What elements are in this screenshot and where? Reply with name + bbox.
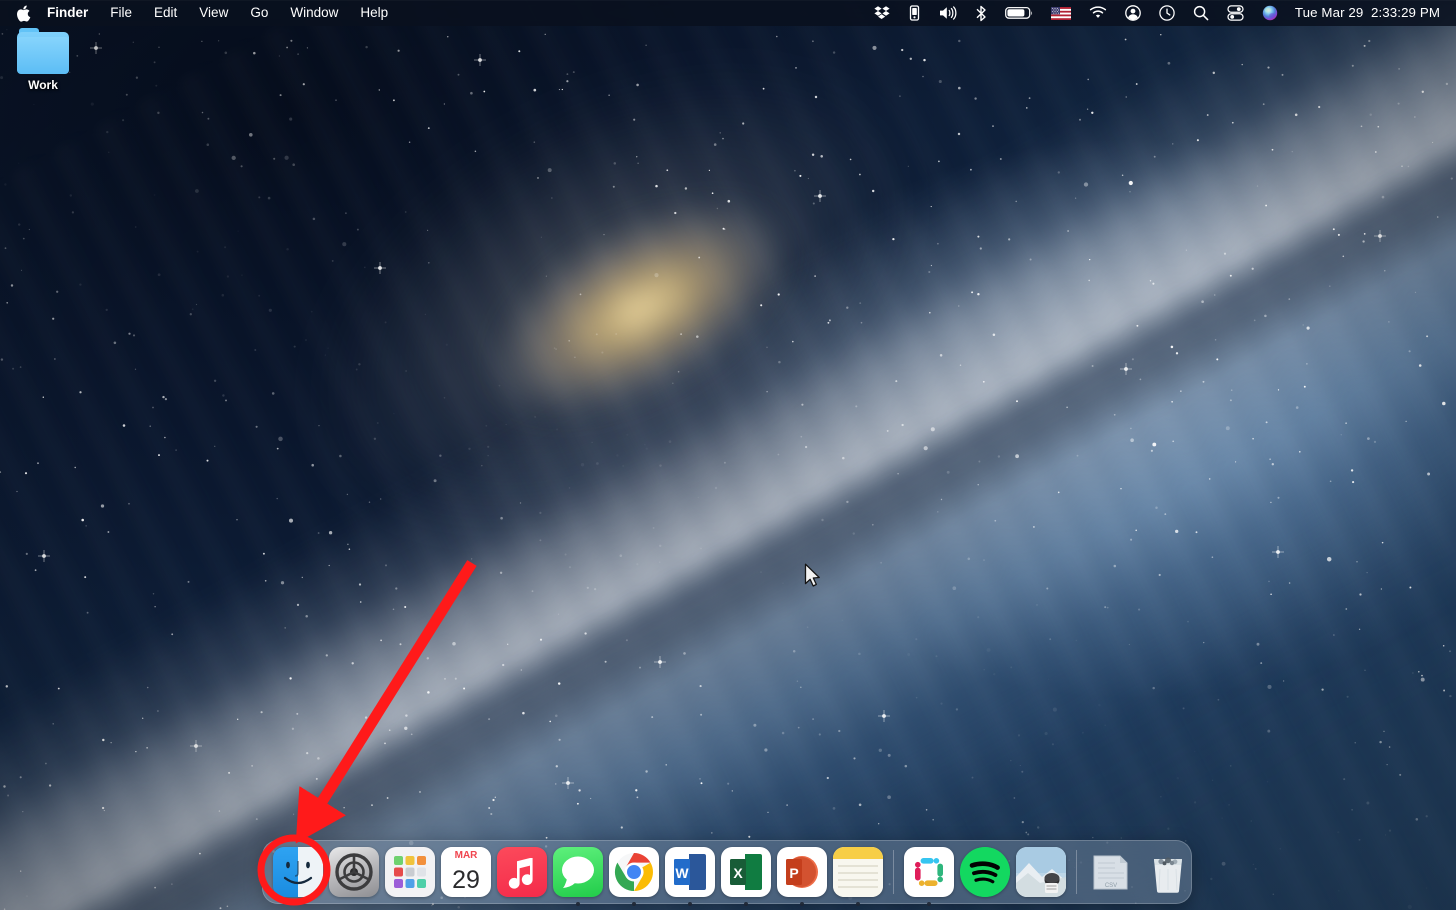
wifi-icon[interactable] xyxy=(1080,0,1116,26)
menu-item-help[interactable]: Help xyxy=(349,0,399,26)
apple-logo-icon[interactable] xyxy=(10,0,36,26)
powerpoint-icon: P xyxy=(777,847,827,897)
stack-file-label: CSV xyxy=(1105,883,1117,889)
notes-icon xyxy=(833,847,883,897)
dock-item-trash[interactable] xyxy=(1142,846,1194,898)
excel-icon: X xyxy=(721,847,771,897)
excel-letter-label: X xyxy=(733,865,743,881)
running-indicator xyxy=(800,902,804,906)
folder-icon xyxy=(17,32,69,74)
control-center-icon[interactable] xyxy=(1218,0,1253,26)
running-indicator xyxy=(744,902,748,906)
menu-item-go[interactable]: Go xyxy=(239,0,279,26)
dock-item-system-preferences[interactable] xyxy=(328,846,380,898)
desktop[interactable]: Finder File Edit View Go Window Help xyxy=(0,0,1456,910)
spotlight-search-icon[interactable] xyxy=(1184,0,1218,26)
music-icon xyxy=(497,847,547,897)
dock-item-excel[interactable]: X xyxy=(720,846,772,898)
user-account-icon[interactable] xyxy=(1116,0,1150,26)
menu-bar-clock[interactable]: Tue Mar 29 2:33:29 PM xyxy=(1287,0,1446,26)
dock-separator-1 xyxy=(893,850,894,894)
preview-icon xyxy=(1016,847,1066,897)
time-machine-icon[interactable] xyxy=(1150,0,1184,26)
calendar-month-label: MAR xyxy=(455,850,479,861)
finder-icon xyxy=(273,847,323,897)
trash-icon xyxy=(1143,847,1193,897)
dock-item-launchpad[interactable] xyxy=(384,846,436,898)
powerpoint-letter-label: P xyxy=(789,865,798,881)
dock-item-spotify[interactable] xyxy=(959,846,1011,898)
running-indicator xyxy=(856,902,860,906)
bluetooth-icon[interactable] xyxy=(966,0,996,26)
dropbox-icon[interactable] xyxy=(865,0,899,26)
spotify-icon xyxy=(960,847,1010,897)
word-icon: W xyxy=(665,847,715,897)
dock-item-calendar[interactable]: MAR 29 xyxy=(440,846,492,898)
documents-stack-icon: CSV xyxy=(1087,847,1137,897)
dock-item-messages[interactable] xyxy=(552,846,604,898)
running-indicator xyxy=(927,902,931,906)
desktop-icon-label: Work xyxy=(28,79,58,92)
dock-item-preview[interactable] xyxy=(1015,846,1067,898)
desktop-icon-work[interactable]: Work xyxy=(10,32,76,92)
dock-item-powerpoint[interactable]: P xyxy=(776,846,828,898)
dock-item-finder[interactable] xyxy=(272,846,324,898)
system-preferences-icon xyxy=(329,847,379,897)
siri-icon[interactable] xyxy=(1253,0,1287,26)
menu-item-finder[interactable]: Finder xyxy=(36,0,99,26)
dock-item-chrome[interactable] xyxy=(608,846,660,898)
dock-item-documents-stack[interactable]: CSV xyxy=(1086,846,1138,898)
launchpad-icon xyxy=(385,847,435,897)
menu-bar-left: Finder File Edit View Go Window Help xyxy=(0,0,399,26)
slack-icon xyxy=(904,847,954,897)
running-indicator xyxy=(632,902,636,906)
running-indicator xyxy=(688,902,692,906)
word-letter-label: W xyxy=(675,865,689,881)
messages-icon xyxy=(553,847,603,897)
running-indicator xyxy=(576,902,580,906)
menu-item-file[interactable]: File xyxy=(99,0,143,26)
volume-icon[interactable] xyxy=(930,0,966,26)
menu-item-window[interactable]: Window xyxy=(279,0,349,26)
dock-item-word[interactable]: W xyxy=(664,846,716,898)
device-battery-icon[interactable] xyxy=(899,0,930,26)
menu-item-view[interactable]: View xyxy=(188,0,239,26)
dock-item-notes[interactable] xyxy=(832,846,884,898)
dock-item-slack[interactable] xyxy=(903,846,955,898)
menu-item-edit[interactable]: Edit xyxy=(143,0,188,26)
calendar-day-label: 29 xyxy=(452,866,480,894)
dock[interactable]: MAR 29 xyxy=(262,840,1192,904)
dock-item-music[interactable] xyxy=(496,846,548,898)
battery-icon[interactable] xyxy=(996,0,1042,26)
calendar-icon: MAR 29 xyxy=(441,847,491,897)
chrome-icon xyxy=(609,847,659,897)
dock-separator-2 xyxy=(1076,850,1077,894)
input-source-flag-icon[interactable] xyxy=(1042,0,1080,26)
menu-bar-status-area: Tue Mar 29 2:33:29 PM xyxy=(865,0,1456,26)
menu-bar: Finder File Edit View Go Window Help xyxy=(0,0,1456,26)
